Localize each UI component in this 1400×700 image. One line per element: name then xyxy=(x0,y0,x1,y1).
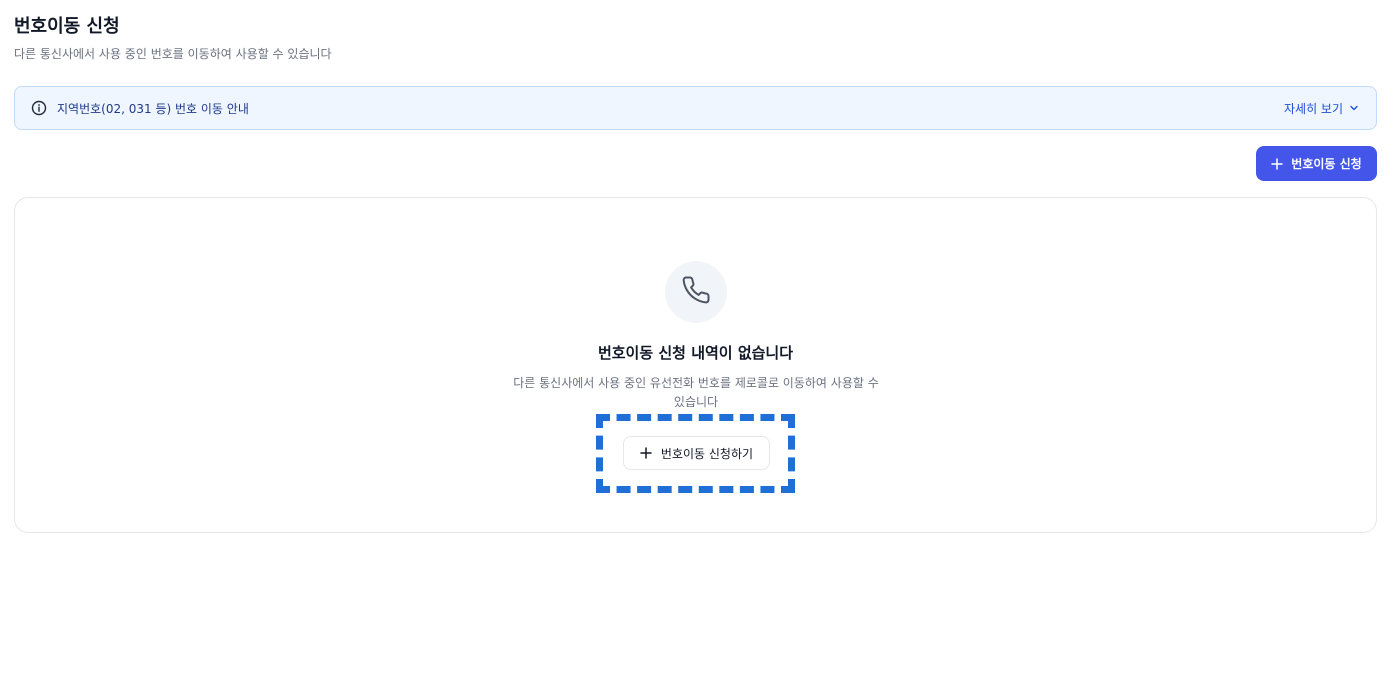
apply-number-port-button[interactable]: 번호이동 신청 xyxy=(1256,146,1377,181)
notice-content: 지역번호(02, 031 등) 번호 이동 안내 xyxy=(31,100,249,117)
chevron-down-icon xyxy=(1348,102,1360,114)
phone-icon-container xyxy=(665,261,727,323)
phone-icon xyxy=(681,275,711,309)
notice-toggle-label: 자세히 보기 xyxy=(1283,101,1343,116)
notice-text: 지역번호(02, 031 등) 번호 이동 안내 xyxy=(57,101,249,116)
notice-details-toggle[interactable]: 자세히 보기 xyxy=(1284,100,1360,117)
empty-state-card: 번호이동 신청 내역이 없습니다 다른 통신사에서 사용 중인 유선전화 번호를… xyxy=(14,197,1377,533)
plus-icon xyxy=(1271,157,1284,170)
empty-state-description: 다른 통신사에서 사용 중인 유선전화 번호를 제로콜로 이동하여 사용할 수 … xyxy=(513,376,879,409)
page: 번호이동 신청 다른 통신사에서 사용 중인 번호를 이동하여 사용할 수 있습… xyxy=(0,0,1400,700)
empty-button-label: 번호이동 신청하기 xyxy=(660,446,754,461)
empty-state-title: 번호이동 신청 내역이 없습니다 xyxy=(597,344,794,362)
info-icon xyxy=(31,100,47,116)
plus-icon xyxy=(640,447,652,459)
info-notice-banner: 지역번호(02, 031 등) 번호 이동 안내 자세히 보기 xyxy=(14,86,1377,130)
apply-number-port-empty-button[interactable]: 번호이동 신청하기 xyxy=(623,436,770,470)
page-title: 번호이동 신청 xyxy=(14,16,120,37)
apply-button-label: 번호이동 신청 xyxy=(1291,157,1362,171)
page-subtitle: 다른 통신사에서 사용 중인 번호를 이동하여 사용할 수 있습니다 xyxy=(14,47,332,61)
